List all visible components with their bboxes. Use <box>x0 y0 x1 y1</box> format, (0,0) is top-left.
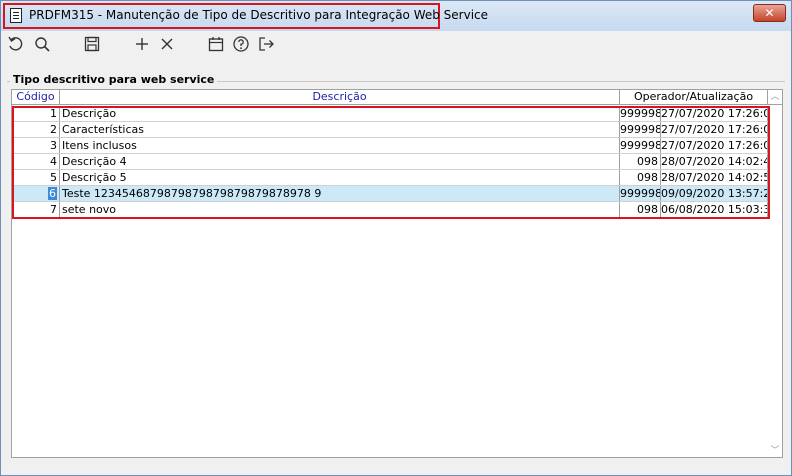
data-grid[interactable]: Código Descrição Operador/Atualização 1 … <box>11 89 783 458</box>
save-icon <box>84 36 100 52</box>
close-button[interactable]: ✕ <box>753 4 786 22</box>
cell-descricao: Descrição <box>60 106 620 121</box>
exit-icon <box>259 37 274 51</box>
main-window: PRDFM315 - Manutenção de Tipo de Descrit… <box>0 0 792 476</box>
table-row[interactable]: 1 Descrição 999998 27/07/2020 17:26:06 <box>12 106 768 122</box>
cell-descricao: Características <box>60 122 620 137</box>
cell-codigo: 7 <box>12 202 60 217</box>
table-row[interactable]: 3 Itens inclusos 999998 27/07/2020 17:26… <box>12 138 768 154</box>
cell-atualizacao: 06/08/2020 15:03:33 <box>661 202 768 217</box>
help-icon <box>233 36 249 52</box>
cell-atualizacao: 09/09/2020 13:57:21 <box>661 186 768 201</box>
delete-button[interactable] <box>156 33 178 55</box>
exit-button[interactable] <box>255 33 277 55</box>
table-row[interactable]: 4 Descrição 4 098 28/07/2020 14:02:46 <box>12 154 768 170</box>
cell-codigo: 1 <box>12 106 60 121</box>
search-button[interactable] <box>31 33 53 55</box>
cell-atualizacao: 28/07/2020 14:02:46 <box>661 154 768 169</box>
title-bar[interactable]: PRDFM315 - Manutenção de Tipo de Descrit… <box>1 1 791 31</box>
cell-operador: 999998 <box>620 122 661 137</box>
scroll-down-arrow[interactable]: ﹀ <box>769 446 781 456</box>
cell-operador: 999998 <box>620 106 661 121</box>
cell-descricao: Itens inclusos <box>60 138 620 153</box>
cell-codigo: 2 <box>12 122 60 137</box>
cell-operador: 098 <box>620 202 661 217</box>
cell-atualizacao: 27/07/2020 17:26:06 <box>661 122 768 137</box>
cell-codigo[interactable]: 6 <box>12 186 60 201</box>
calendar-button[interactable] <box>205 33 227 55</box>
search-icon <box>35 37 50 52</box>
save-button[interactable] <box>81 33 103 55</box>
cell-descricao: Descrição 4 <box>60 154 620 169</box>
table-row[interactable]: 7 sete novo 098 06/08/2020 15:03:33 <box>12 202 768 218</box>
column-header-codigo[interactable]: Código <box>12 90 60 104</box>
cell-codigo: 3 <box>12 138 60 153</box>
undo-icon <box>8 36 23 51</box>
cell-descricao: Descrição 5 <box>60 170 620 185</box>
app-document-icon <box>10 8 22 23</box>
cell-operador: 999998 <box>620 186 661 201</box>
group-title: Tipo descritivo para web service <box>10 73 218 86</box>
delete-icon <box>161 38 173 50</box>
cell-atualizacao: 27/07/2020 17:26:06 <box>661 106 768 121</box>
table-row[interactable]: 5 Descrição 5 098 28/07/2020 14:02:53 <box>12 170 768 186</box>
cell-atualizacao: 27/07/2020 17:26:06 <box>661 138 768 153</box>
undo-button[interactable] <box>5 33 27 55</box>
cell-atualizacao: 28/07/2020 14:02:53 <box>661 170 768 185</box>
toolbar <box>1 31 791 57</box>
cell-codigo: 4 <box>12 154 60 169</box>
grid-header: Código Descrição Operador/Atualização <box>12 90 782 105</box>
cell-operador: 098 <box>620 170 661 185</box>
cell-operador: 999998 <box>620 138 661 153</box>
table-row-selected[interactable]: 6 Teste 1234546879879879879879879878978 … <box>12 186 768 202</box>
table-row[interactable]: 2 Características 999998 27/07/2020 17:2… <box>12 122 768 138</box>
help-button[interactable] <box>230 33 252 55</box>
cell-descricao: Teste 1234546879879879879879879878978 9 <box>60 186 620 201</box>
selected-cell-value[interactable]: 6 <box>48 187 57 200</box>
add-button[interactable] <box>131 33 153 55</box>
cell-codigo: 5 <box>12 170 60 185</box>
column-header-descricao[interactable]: Descrição <box>60 90 620 104</box>
add-icon <box>136 38 148 50</box>
calendar-icon <box>208 37 224 52</box>
scroll-up-arrow[interactable]: ︿ <box>769 92 781 102</box>
cell-operador: 098 <box>620 154 661 169</box>
column-header-operador[interactable]: Operador/Atualização <box>620 90 768 104</box>
cell-descricao: sete novo <box>60 202 620 217</box>
title-highlight: PRDFM315 - Manutenção de Tipo de Descrit… <box>3 3 488 29</box>
window-title: PRDFM315 - Manutenção de Tipo de Descrit… <box>29 8 489 22</box>
